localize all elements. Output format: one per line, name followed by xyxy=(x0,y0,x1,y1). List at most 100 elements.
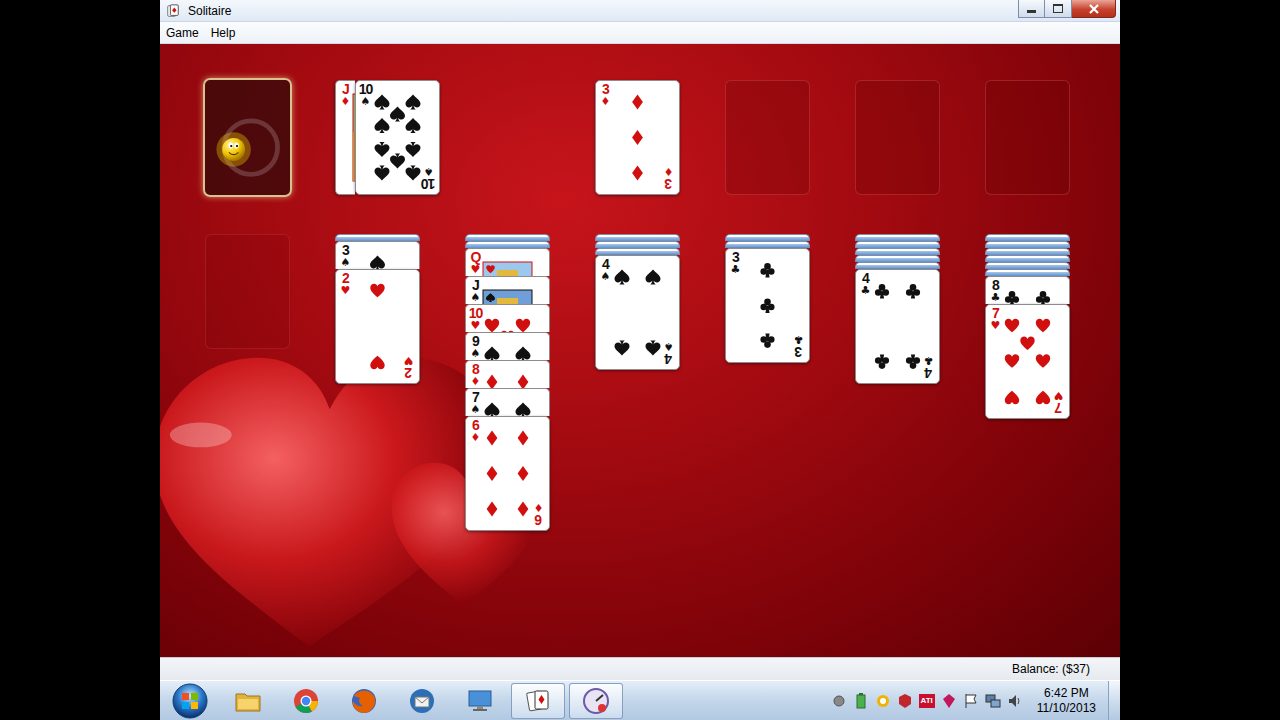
menu-item[interactable]: Help xyxy=(205,24,242,42)
card-corner: 3♦ xyxy=(660,165,678,192)
playing-card[interactable]: 8♣ xyxy=(985,276,1070,304)
start-button[interactable] xyxy=(168,682,212,720)
card-corner: 2♥ xyxy=(400,354,418,381)
playing-card[interactable]: 7♥7♥ xyxy=(985,304,1070,419)
tray-item[interactable] xyxy=(875,693,891,709)
playing-card[interactable]: 10♠10♠ xyxy=(355,80,440,195)
card-rank: 7 xyxy=(1055,401,1062,414)
playing-card[interactable]: 3♣3♣ xyxy=(725,248,810,363)
empty-foundation-slot[interactable] xyxy=(985,80,1070,195)
card-suit: ♣ xyxy=(861,285,871,297)
face-down-card xyxy=(595,241,680,248)
tray-item[interactable] xyxy=(831,693,847,709)
tableau-column[interactable]: 4♣ 4♣ xyxy=(855,234,940,384)
card-suit: ♥ xyxy=(341,285,351,297)
tray-item[interactable] xyxy=(985,693,1001,709)
face-down-card xyxy=(595,248,680,255)
playing-card[interactable]: Q♥ xyxy=(465,248,550,276)
card-suit: ♦ xyxy=(601,96,611,108)
playing-card[interactable]: 10♥ xyxy=(465,304,550,332)
clock[interactable]: 6:42 PM11/10/2013 xyxy=(1029,686,1102,716)
tableau-column[interactable]: 4♠4♠ xyxy=(595,234,680,370)
card-rank: 9 xyxy=(472,335,479,348)
card-rank: 4 xyxy=(862,272,869,285)
tableau-column[interactable]: Q♥J♠10♥9♠8♦7♠6♦6♦ xyxy=(465,234,550,531)
clock-time: 6:42 PM xyxy=(1044,686,1089,701)
solitaire-cards-icon xyxy=(523,686,553,716)
tableau-column[interactable] xyxy=(205,234,290,349)
tray-item[interactable] xyxy=(897,693,913,709)
card-corner: J♦ xyxy=(336,81,354,108)
card-suit: ♠ xyxy=(471,348,481,360)
playing-card[interactable]: 9♠ xyxy=(465,332,550,360)
waste-pile: J♦10♠10♠ xyxy=(335,80,420,195)
card-suit: ♦ xyxy=(341,96,351,108)
empty-foundation-slot[interactable] xyxy=(855,80,940,195)
empty-foundation-slot[interactable] xyxy=(725,80,810,195)
face-down-card xyxy=(725,234,810,241)
playing-card[interactable]: 7♠ xyxy=(465,388,550,416)
card-rank: 8 xyxy=(992,279,999,292)
tableau-column[interactable]: 3♠2♥2♥ xyxy=(335,234,420,384)
foundation-pile[interactable] xyxy=(985,80,1070,195)
status-bar: Balance: ($37) xyxy=(160,657,1120,680)
folder-icon xyxy=(233,686,263,716)
card-corner: 10♥ xyxy=(466,305,484,332)
taskbar-button[interactable] xyxy=(221,683,275,719)
stock-pile[interactable] xyxy=(203,78,292,197)
tray-item[interactable]: ATI xyxy=(919,693,935,709)
minimize-button[interactable] xyxy=(1018,0,1045,18)
tableau-column[interactable]: 3♣3♣ xyxy=(725,234,810,363)
card-rank: 6 xyxy=(472,419,479,432)
card-suit: ♠ xyxy=(471,292,481,304)
card-rank: 2 xyxy=(342,272,349,285)
foundation-pile[interactable] xyxy=(725,80,810,195)
card-corner: 10♠ xyxy=(420,165,438,192)
playing-card[interactable]: J♦ xyxy=(335,80,355,195)
menu-item[interactable]: Game xyxy=(160,24,205,42)
card-rank: 3 xyxy=(602,83,609,96)
card-corner: 9♠ xyxy=(466,333,484,360)
playing-card[interactable]: 3♦ 3♦ xyxy=(595,80,680,195)
playing-card[interactable]: 4♠4♠ xyxy=(595,255,680,370)
playing-card[interactable]: 8♦ xyxy=(465,360,550,388)
face-down-card xyxy=(855,262,940,269)
playing-card[interactable]: 4♣ 4♣ xyxy=(855,269,940,384)
card-corner: 4♣ xyxy=(920,354,938,381)
playing-card[interactable]: J♠ xyxy=(465,276,550,304)
taskbar-button[interactable] xyxy=(569,683,623,719)
card-suit: ♠ xyxy=(601,271,611,283)
playing-card[interactable]: 2♥2♥ xyxy=(335,269,420,384)
face-down-card xyxy=(855,234,940,241)
card-suit: ♠ xyxy=(471,404,481,416)
playing-card[interactable]: 3♠ xyxy=(335,241,420,269)
playing-card[interactable]: 6♦6♦ xyxy=(465,416,550,531)
balance-text: Balance: ($37) xyxy=(1012,662,1090,676)
card-corner: 6♦ xyxy=(530,501,548,528)
tray-item[interactable] xyxy=(963,693,979,709)
taskbar-button[interactable] xyxy=(279,683,333,719)
card-rank: J xyxy=(472,279,479,292)
show-desktop-button[interactable] xyxy=(1108,681,1120,720)
taskbar-button[interactable] xyxy=(511,683,565,719)
taskbar-button[interactable] xyxy=(337,683,391,719)
foundation-pile[interactable] xyxy=(855,80,940,195)
window-title: Solitaire xyxy=(188,4,231,18)
tray-item[interactable] xyxy=(941,693,957,709)
face-down-card xyxy=(855,248,940,255)
firefox-icon xyxy=(349,686,379,716)
close-button[interactable] xyxy=(1072,0,1116,18)
tray-item[interactable] xyxy=(853,693,869,709)
card-rank: 2 xyxy=(405,366,412,379)
ati-label: ATI xyxy=(919,694,935,708)
taskbar-button[interactable] xyxy=(395,683,449,719)
foundation-pile[interactable]: 3♦ 3♦ xyxy=(595,80,680,195)
flag-icon xyxy=(963,693,979,709)
tableau-column[interactable]: 8♣7♥7♥ xyxy=(985,234,1070,419)
empty-tableau-slot[interactable] xyxy=(205,234,290,349)
card-rank: 4 xyxy=(665,352,672,365)
taskbar-button[interactable] xyxy=(453,683,507,719)
card-suit: ♥ xyxy=(1054,389,1064,401)
restore-button[interactable] xyxy=(1045,0,1072,18)
tray-item[interactable] xyxy=(1007,693,1023,709)
